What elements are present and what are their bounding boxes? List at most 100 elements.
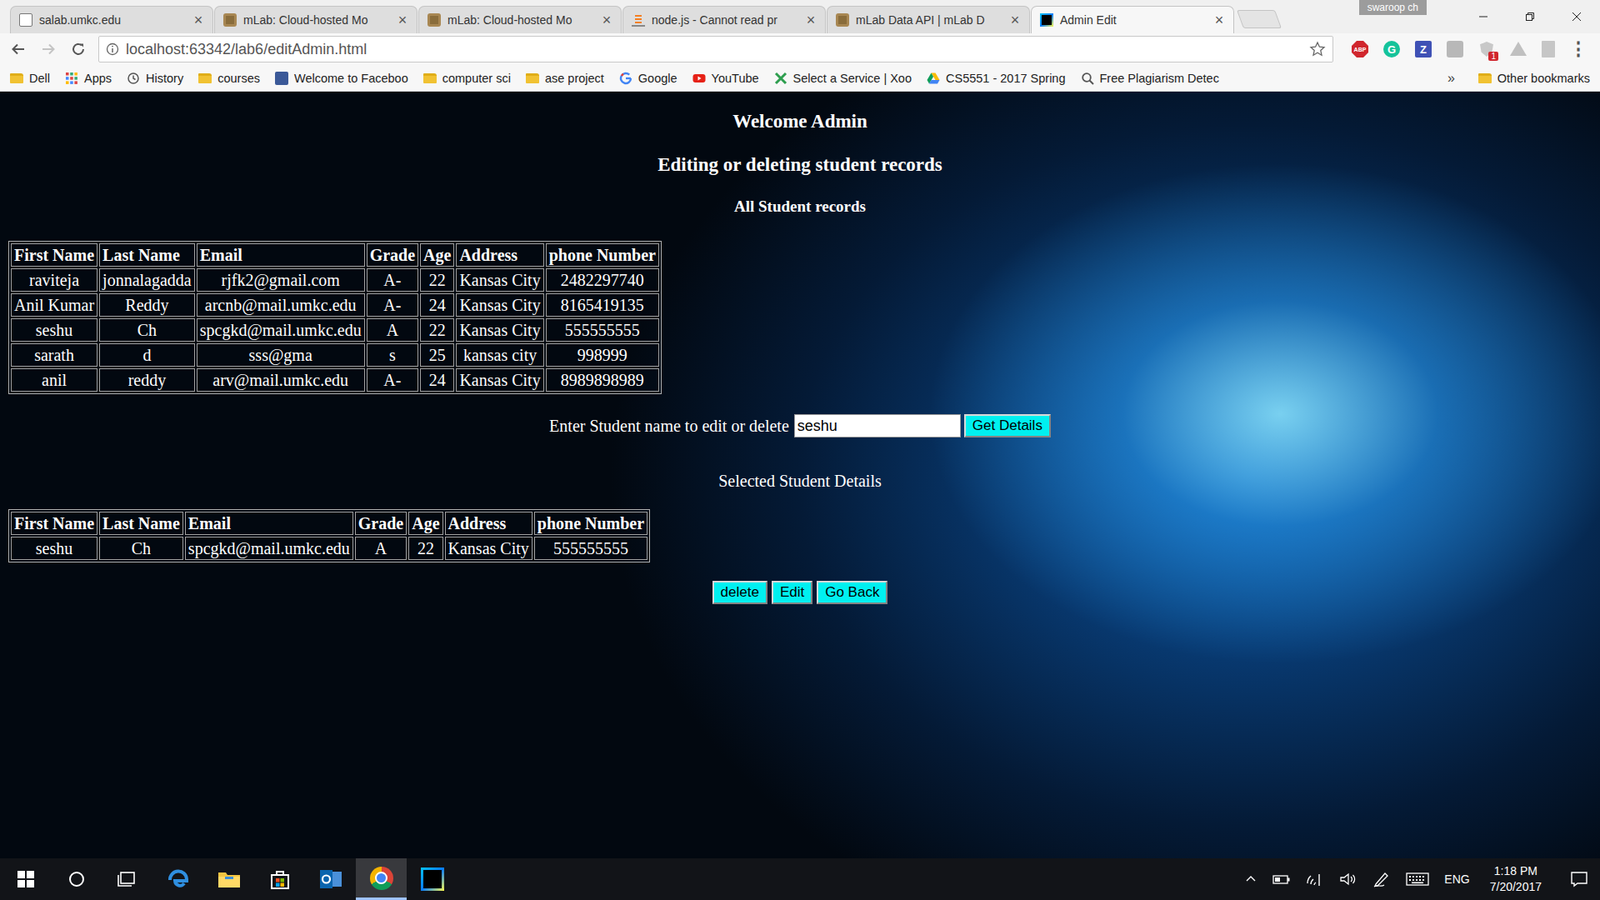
bookmark-item[interactable]: Select a Service | Xoo: [774, 71, 912, 85]
column-header: Age: [420, 243, 455, 267]
table-header-row: First NameLast NameEmailGradeAgeAddressp…: [10, 511, 648, 535]
student-search-row: Enter Student name to edit or deleteGet …: [0, 414, 1600, 438]
table-cell: 8165419135: [545, 293, 660, 317]
table-row: anilreddyarv@mail.umkc.eduA-24Kansas Cit…: [10, 368, 660, 392]
new-tab-button[interactable]: [1236, 10, 1282, 29]
tab-close-button[interactable]: ×: [192, 13, 205, 27]
table-cell: 22: [420, 268, 455, 292]
touch-keyboard-icon[interactable]: [1405, 871, 1430, 887]
favicon-icon: [223, 13, 237, 27]
store-taskbar-button[interactable]: [254, 858, 305, 900]
browser-tab[interactable]: Admin Edit×: [1030, 5, 1235, 34]
bookmark-item[interactable]: Welcome to Faceboo: [275, 71, 409, 85]
wifi-icon[interactable]: [1305, 871, 1325, 887]
tab-label: mLab Data API | mLab D: [855, 13, 1003, 27]
abp-extension-icon[interactable]: ABP: [1351, 40, 1369, 58]
table-cell: s: [366, 343, 419, 367]
column-header: phone Number: [534, 511, 648, 535]
get-details-button[interactable]: Get Details: [964, 414, 1051, 438]
shield-extension-icon[interactable]: 1: [1478, 40, 1495, 58]
table-cell: 24: [420, 293, 455, 317]
grammarly-extension-icon[interactable]: G: [1383, 40, 1400, 58]
more-bookmarks-button[interactable]: »: [1447, 70, 1455, 86]
forward-button[interactable]: [35, 36, 62, 62]
bookmark-item[interactable]: History: [126, 71, 184, 85]
browser-tab[interactable]: node.js - Cannot read pr×: [622, 5, 826, 34]
task-view-button[interactable]: [101, 858, 153, 900]
search-button[interactable]: [50, 858, 102, 900]
tab-close-button[interactable]: ×: [396, 13, 409, 27]
action-center-icon[interactable]: [1570, 870, 1589, 888]
pen-workspace-icon[interactable]: [1372, 870, 1391, 888]
webstorm-taskbar-button[interactable]: [406, 858, 458, 900]
zotero-extension-icon[interactable]: Z: [1415, 40, 1432, 58]
minimize-button[interactable]: [1460, 0, 1507, 34]
clock-time: 1:18 PM: [1494, 863, 1538, 880]
start-button[interactable]: [0, 858, 51, 900]
restore-icon: [1525, 11, 1535, 22]
reload-icon: [70, 41, 86, 57]
close-window-button[interactable]: [1553, 0, 1600, 34]
profile-button[interactable]: swaroop ch: [1359, 0, 1427, 15]
table-cell: Ch: [99, 536, 184, 560]
table-cell: kansas city: [455, 343, 544, 367]
back-button[interactable]: [5, 36, 32, 62]
tab-strip: salab.umkc.edu×mLab: Cloud-hosted Mo×mLa…: [0, 0, 1600, 34]
gray-extension-icon[interactable]: [1446, 40, 1464, 58]
browser-tab[interactable]: mLab: Cloud-hosted Mo×: [214, 5, 418, 34]
bookmark-item[interactable]: CS5551 - 2017 Spring: [926, 71, 1066, 85]
tab-close-button[interactable]: ×: [600, 13, 613, 27]
table-cell: 998999: [545, 343, 660, 367]
tab-close-button[interactable]: ×: [1213, 13, 1225, 27]
restore-button[interactable]: [1506, 0, 1554, 34]
bookmark-item[interactable]: Google: [619, 71, 678, 85]
action-button[interactable]: delete: [712, 580, 768, 605]
column-header: First Name: [10, 243, 98, 267]
input-language-indicator[interactable]: ENG: [1444, 872, 1470, 886]
browser-tab[interactable]: mLab: Cloud-hosted Mo×: [418, 5, 622, 34]
desktop-screen: salab.umkc.edu×mLab: Cloud-hosted Mo×mLa…: [0, 0, 1600, 900]
search-circle-icon: [67, 870, 86, 889]
clock[interactable]: 1:18 PM7/20/2017: [1485, 863, 1547, 895]
bookmark-item[interactable]: Apps: [65, 71, 112, 85]
battery-icon[interactable]: [1272, 872, 1291, 886]
bookmark-item[interactable]: Free Plagiarism Detec: [1080, 71, 1220, 85]
xoo-icon: [774, 71, 788, 85]
bookmarks-bar: Dell Apps History courses Welcome to Faceboo…: [0, 65, 1600, 92]
address-bar[interactable]: localhost:63342/lab6/editAdmin.html: [98, 35, 1334, 63]
other-bookmarks-folder[interactable]: Other bookmarks: [1478, 71, 1590, 85]
tab-close-button[interactable]: ×: [805, 13, 817, 27]
pdf-extension-icon[interactable]: [1541, 40, 1555, 58]
bookmark-item[interactable]: courses: [198, 71, 260, 85]
student-name-input[interactable]: [794, 414, 961, 438]
outlook-taskbar-button[interactable]: [305, 858, 356, 900]
reload-button[interactable]: [65, 36, 92, 62]
table-cell: sss@gma: [196, 343, 365, 367]
volume-icon[interactable]: [1339, 871, 1358, 887]
bookmark-item[interactable]: Dell: [10, 71, 50, 85]
explorer-taskbar-button[interactable]: [203, 858, 255, 900]
browser-tab[interactable]: mLab Data API | mLab D ×: [826, 5, 1030, 34]
bookmark-item[interactable]: computer sci: [423, 71, 511, 85]
edge-taskbar-button[interactable]: [152, 858, 204, 900]
table-cell: A-: [366, 368, 419, 392]
bookmark-item[interactable]: YouTube: [692, 71, 760, 85]
browser-tab[interactable]: salab.umkc.edu×: [10, 5, 214, 34]
table-cell: seshu: [10, 318, 98, 342]
apps-icon: [65, 71, 79, 85]
action-button[interactable]: Go Back: [816, 580, 888, 605]
show-hidden-icons-chevron-icon[interactable]: [1244, 872, 1258, 886]
drive-extension-icon[interactable]: [1510, 40, 1527, 58]
outlook-icon: [319, 868, 343, 890]
action-button[interactable]: Edit: [771, 580, 813, 605]
column-header: Grade: [366, 243, 419, 267]
table-cell: reddy: [99, 368, 195, 392]
menu-extension-icon[interactable]: ⋮: [1570, 40, 1587, 58]
url-text: localhost:63342/lab6/editAdmin.html: [125, 40, 1303, 59]
chrome-taskbar-button[interactable]: [355, 858, 407, 900]
tab-close-button[interactable]: ×: [1009, 13, 1021, 27]
bookmark-star-icon[interactable]: [1309, 40, 1326, 58]
bookmark-item[interactable]: ase project: [525, 71, 605, 85]
browser-toolbar: localhost:63342/lab6/editAdmin.html ABP GZ…: [0, 33, 1600, 65]
google-icon: [619, 71, 633, 85]
